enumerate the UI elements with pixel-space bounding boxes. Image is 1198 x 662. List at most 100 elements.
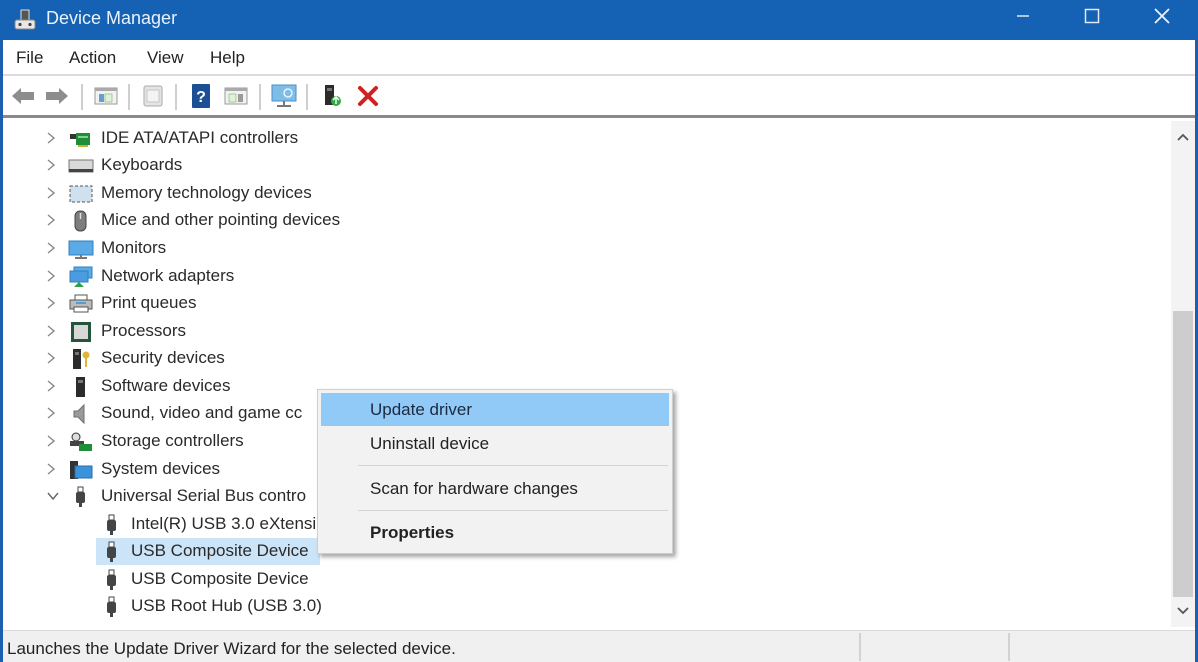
chevron-right-icon[interactable] — [45, 212, 59, 228]
ide-controller-icon — [68, 128, 94, 150]
menu-item-label: Scan for hardware changes — [370, 479, 578, 498]
toolbar-separator — [259, 84, 261, 110]
tree-item-label: Keyboards — [101, 155, 183, 174]
menu-item-scan-for-hardware-changes[interactable]: Scan for hardware changes — [321, 472, 669, 505]
maximize-button[interactable] — [1062, 0, 1122, 36]
tree-item-usb-composite-device[interactable]: USB Composite Device — [3, 566, 403, 593]
toolbar-separator — [175, 84, 177, 110]
tree-item-ide-ata-atapi-controllers[interactable]: IDE ATA/ATAPI controllers — [3, 125, 403, 152]
show-hide-console-tree-button[interactable] — [91, 83, 121, 113]
chevron-right-icon[interactable] — [45, 295, 59, 311]
processor-icon — [68, 321, 94, 343]
menu-item-properties[interactable]: Properties — [321, 516, 669, 549]
speaker-icon — [68, 403, 94, 425]
tree-item-usb-root-hub[interactable]: USB Root Hub (USB 3.0) — [3, 593, 403, 620]
chevron-down-icon[interactable] — [45, 488, 59, 504]
chevron-right-icon[interactable] — [45, 157, 59, 173]
tree-item-memory-technology-devices[interactable]: Memory technology devices — [3, 180, 403, 207]
storage-controller-icon — [68, 431, 94, 453]
uninstall-x-icon — [357, 85, 379, 112]
security-device-icon — [68, 348, 94, 370]
tree-item-label: Mice and other pointing devices — [101, 210, 341, 229]
usb-device-icon — [99, 596, 125, 618]
tree-item-security-devices[interactable]: Security devices — [3, 345, 403, 372]
chevron-right-icon[interactable] — [45, 461, 59, 477]
help-icon: ? — [190, 83, 212, 114]
scrollbar-thumb[interactable] — [1173, 311, 1193, 597]
menu-bar: File Action View Help — [3, 40, 1195, 76]
scroll-up-button[interactable] — [1171, 125, 1195, 149]
tree-item-label: IDE ATA/ATAPI controllers — [101, 128, 299, 147]
software-device-icon — [68, 376, 94, 398]
chevron-right-icon[interactable] — [45, 378, 59, 394]
tree-item-label: Network adapters — [101, 266, 235, 285]
menu-view[interactable]: View — [147, 48, 184, 68]
tree-item-label: Processors — [101, 321, 187, 340]
status-text: Launches the Update Driver Wizard for th… — [7, 639, 456, 658]
back-button[interactable] — [8, 83, 38, 113]
help-button[interactable]: ? — [186, 83, 216, 113]
tree-item-monitors[interactable]: Monitors — [3, 235, 403, 262]
status-bar-divider — [1008, 633, 1010, 661]
menu-separator — [358, 465, 668, 466]
close-button[interactable] — [1132, 0, 1192, 36]
usb-device-icon — [99, 514, 125, 536]
tree-item-label: USB Root Hub (USB 3.0) — [131, 596, 322, 615]
tree-item-mice-and-other-pointing-devices[interactable]: Mice and other pointing devices — [3, 207, 403, 234]
title-bar[interactable]: Device Manager — [0, 0, 1198, 40]
menu-action[interactable]: Action — [69, 48, 116, 68]
properties-button[interactable] — [138, 83, 168, 113]
maximize-icon — [1083, 7, 1101, 30]
toolbar: ? — [3, 78, 1195, 118]
tree-item-label: Print queues — [101, 293, 197, 312]
tree-item-label: Memory technology devices — [101, 183, 312, 202]
update-driver-icon — [320, 83, 344, 114]
chevron-right-icon[interactable] — [45, 185, 59, 201]
update-driver-button[interactable] — [317, 83, 347, 113]
properties-icon — [142, 84, 164, 113]
chevron-right-icon[interactable] — [45, 268, 59, 284]
svg-text:?: ? — [196, 89, 206, 106]
tree-item-keyboards[interactable]: Keyboards — [3, 152, 403, 179]
tree-item-label: Monitors — [101, 238, 167, 257]
usb-icon — [68, 486, 94, 508]
tree-item-label: Software devices — [101, 376, 231, 395]
keyboard-icon — [68, 155, 94, 177]
tree-item-processors[interactable]: Processors — [3, 318, 403, 345]
chevron-right-icon[interactable] — [45, 350, 59, 366]
context-menu: Update driver Uninstall device Scan for … — [317, 389, 673, 554]
system-device-icon — [68, 459, 94, 481]
tree-item-label: Storage controllers — [101, 431, 244, 450]
chevron-right-icon[interactable] — [45, 323, 59, 339]
status-bar-divider — [859, 633, 861, 661]
tree-item-print-queues[interactable]: Print queues — [3, 290, 403, 317]
tree-item-label: Universal Serial Bus contro — [101, 486, 307, 505]
vertical-scrollbar[interactable] — [1171, 121, 1195, 627]
chevron-right-icon[interactable] — [45, 405, 59, 421]
forward-button[interactable] — [42, 83, 72, 113]
tree-item-network-adapters[interactable]: Network adapters — [3, 263, 403, 290]
console-tree-icon — [94, 86, 118, 111]
menu-item-label: Uninstall device — [370, 434, 490, 453]
menu-item-update-driver[interactable]: Update driver — [321, 393, 669, 426]
mouse-icon — [68, 210, 94, 232]
menu-item-uninstall-device[interactable]: Uninstall device — [321, 427, 669, 460]
scroll-down-button[interactable] — [1171, 599, 1195, 623]
show-action-pane-button[interactable] — [221, 83, 251, 113]
menu-file[interactable]: File — [16, 48, 43, 68]
monitor-icon — [68, 238, 94, 260]
chevron-right-icon[interactable] — [45, 130, 59, 146]
printer-icon — [68, 293, 94, 315]
chevron-right-icon[interactable] — [45, 433, 59, 449]
device-manager-app-icon — [14, 9, 36, 31]
toolbar-separator — [81, 84, 83, 110]
minimize-button[interactable] — [993, 0, 1053, 36]
menu-separator — [358, 510, 668, 511]
tree-item-label: USB Composite Device — [131, 569, 309, 588]
chevron-right-icon[interactable] — [45, 240, 59, 256]
menu-help[interactable]: Help — [210, 48, 245, 68]
forward-arrow-icon — [44, 86, 70, 111]
scan-hardware-button[interactable] — [269, 83, 299, 113]
tree-item-label: Security devices — [101, 348, 225, 367]
uninstall-device-button[interactable] — [353, 83, 383, 113]
